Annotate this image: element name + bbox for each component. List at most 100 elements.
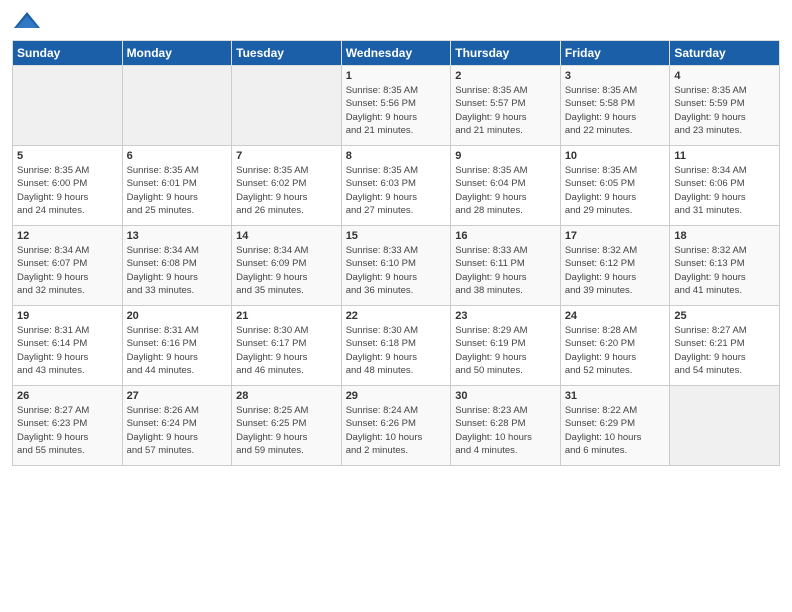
calendar-cell	[232, 66, 342, 146]
calendar-cell	[122, 66, 232, 146]
day-number: 10	[565, 150, 666, 162]
day-info: Sunrise: 8:31 AM Sunset: 6:14 PM Dayligh…	[17, 324, 118, 377]
day-number: 17	[565, 230, 666, 242]
calendar-cell: 4 Sunrise: 8:35 AM Sunset: 5:59 PM Daylig…	[670, 66, 780, 146]
calendar-week-row: 26Sunrise: 8:27 AM Sunset: 6:23 PM Dayli…	[13, 386, 780, 466]
day-number: 28	[236, 390, 337, 402]
day-number: 11	[674, 150, 775, 162]
calendar-cell: 26Sunrise: 8:27 AM Sunset: 6:23 PM Dayli…	[13, 386, 123, 466]
calendar-cell: 12 Sunrise: 8:34 AM Sunset: 6:07 PM Dayli…	[13, 226, 123, 306]
day-number: 27	[127, 390, 228, 402]
calendar-page: SundayMondayTuesdayWednesdayThursdayFrid…	[0, 0, 792, 612]
day-info: Sunrise: 8:27 AM Sunset: 6:23 PM Dayligh…	[17, 404, 118, 457]
calendar-cell: 24 Sunrise: 8:28 AM Sunset: 6:20 PM Dayli…	[560, 306, 670, 386]
day-info: Sunrise: 8:29 AM Sunset: 6:19 PM Dayligh…	[455, 324, 556, 377]
calendar-cell: 16Sunrise: 8:33 AM Sunset: 6:11 PM Dayli…	[451, 226, 561, 306]
day-number: 2	[455, 70, 556, 82]
day-info: Sunrise: 8:23 AM Sunset: 6:28 PM Dayligh…	[455, 404, 556, 457]
day-info: Sunrise: 8:24 AM Sunset: 6:26 PM Dayligh…	[346, 404, 447, 457]
calendar-cell: 27 Sunrise: 8:26 AM Sunset: 6:24 PM Dayli…	[122, 386, 232, 466]
day-info: Sunrise: 8:34 AM Sunset: 6:08 PM Dayligh…	[127, 244, 228, 297]
day-info: Sunrise: 8:35 AM Sunset: 6:00 PM Dayligh…	[17, 164, 118, 217]
day-info: Sunrise: 8:35 AM Sunset: 6:02 PM Dayligh…	[236, 164, 337, 217]
calendar-cell: 23 Sunrise: 8:29 AM Sunset: 6:19 PM Dayli…	[451, 306, 561, 386]
weekday-row: SundayMondayTuesdayWednesdayThursdayFrid…	[13, 41, 780, 66]
day-number: 23	[455, 310, 556, 322]
day-number: 31	[565, 390, 666, 402]
day-info: Sunrise: 8:33 AM Sunset: 6:10 PM Dayligh…	[346, 244, 447, 297]
day-info: Sunrise: 8:26 AM Sunset: 6:24 PM Dayligh…	[127, 404, 228, 457]
weekday-header: Sunday	[13, 41, 123, 66]
header-area	[12, 10, 780, 34]
day-info: Sunrise: 8:35 AM Sunset: 6:01 PM Dayligh…	[127, 164, 228, 217]
calendar-cell	[13, 66, 123, 146]
day-info: Sunrise: 8:35 AM Sunset: 5:59 PM Dayligh…	[674, 84, 775, 137]
day-info: Sunrise: 8:34 AM Sunset: 6:06 PM Dayligh…	[674, 164, 775, 217]
day-info: Sunrise: 8:35 AM Sunset: 5:56 PM Dayligh…	[346, 84, 447, 137]
calendar-cell: 13 Sunrise: 8:34 AM Sunset: 6:08 PM Dayli…	[122, 226, 232, 306]
calendar-cell: 22 Sunrise: 8:30 AM Sunset: 6:18 PM Dayli…	[341, 306, 451, 386]
day-number: 12	[17, 230, 118, 242]
day-number: 29	[346, 390, 447, 402]
calendar-table: SundayMondayTuesdayWednesdayThursdayFrid…	[12, 40, 780, 466]
calendar-cell: 6Sunrise: 8:35 AM Sunset: 6:01 PM Daylig…	[122, 146, 232, 226]
weekday-header: Thursday	[451, 41, 561, 66]
weekday-header: Saturday	[670, 41, 780, 66]
day-info: Sunrise: 8:32 AM Sunset: 6:12 PM Dayligh…	[565, 244, 666, 297]
calendar-cell	[670, 386, 780, 466]
calendar-cell: 11 Sunrise: 8:34 AM Sunset: 6:06 PM Dayli…	[670, 146, 780, 226]
weekday-header: Tuesday	[232, 41, 342, 66]
calendar-cell: 15 Sunrise: 8:33 AM Sunset: 6:10 PM Dayli…	[341, 226, 451, 306]
day-number: 14	[236, 230, 337, 242]
calendar-body: 1 Sunrise: 8:35 AM Sunset: 5:56 PM Daylig…	[13, 66, 780, 466]
calendar-week-row: 5 Sunrise: 8:35 AM Sunset: 6:00 PM Daylig…	[13, 146, 780, 226]
day-number: 19	[17, 310, 118, 322]
calendar-cell: 19 Sunrise: 8:31 AM Sunset: 6:14 PM Dayli…	[13, 306, 123, 386]
day-info: Sunrise: 8:30 AM Sunset: 6:18 PM Dayligh…	[346, 324, 447, 377]
day-info: Sunrise: 8:35 AM Sunset: 5:57 PM Dayligh…	[455, 84, 556, 137]
calendar-cell: 28 Sunrise: 8:25 AM Sunset: 6:25 PM Dayli…	[232, 386, 342, 466]
weekday-header: Wednesday	[341, 41, 451, 66]
calendar-cell: 20Sunrise: 8:31 AM Sunset: 6:16 PM Dayli…	[122, 306, 232, 386]
day-info: Sunrise: 8:34 AM Sunset: 6:07 PM Dayligh…	[17, 244, 118, 297]
calendar-cell: 5 Sunrise: 8:35 AM Sunset: 6:00 PM Daylig…	[13, 146, 123, 226]
day-info: Sunrise: 8:35 AM Sunset: 6:03 PM Dayligh…	[346, 164, 447, 217]
day-info: Sunrise: 8:35 AM Sunset: 6:04 PM Dayligh…	[455, 164, 556, 217]
calendar-cell: 17 Sunrise: 8:32 AM Sunset: 6:12 PM Dayli…	[560, 226, 670, 306]
day-number: 18	[674, 230, 775, 242]
calendar-cell: 8 Sunrise: 8:35 AM Sunset: 6:03 PM Daylig…	[341, 146, 451, 226]
calendar-cell: 31Sunrise: 8:22 AM Sunset: 6:29 PM Dayli…	[560, 386, 670, 466]
day-info: Sunrise: 8:27 AM Sunset: 6:21 PM Dayligh…	[674, 324, 775, 377]
day-info: Sunrise: 8:35 AM Sunset: 6:05 PM Dayligh…	[565, 164, 666, 217]
calendar-cell: 10 Sunrise: 8:35 AM Sunset: 6:05 PM Dayli…	[560, 146, 670, 226]
calendar-header: SundayMondayTuesdayWednesdayThursdayFrid…	[13, 41, 780, 66]
day-number: 30	[455, 390, 556, 402]
weekday-header: Friday	[560, 41, 670, 66]
calendar-cell: 3 Sunrise: 8:35 AM Sunset: 5:58 PM Daylig…	[560, 66, 670, 146]
day-info: Sunrise: 8:35 AM Sunset: 5:58 PM Dayligh…	[565, 84, 666, 137]
logo	[12, 10, 46, 34]
day-number: 5	[17, 150, 118, 162]
day-number: 21	[236, 310, 337, 322]
day-number: 8	[346, 150, 447, 162]
day-info: Sunrise: 8:25 AM Sunset: 6:25 PM Dayligh…	[236, 404, 337, 457]
calendar-week-row: 19 Sunrise: 8:31 AM Sunset: 6:14 PM Dayli…	[13, 306, 780, 386]
day-number: 3	[565, 70, 666, 82]
day-number: 20	[127, 310, 228, 322]
day-number: 22	[346, 310, 447, 322]
day-number: 16	[455, 230, 556, 242]
day-number: 24	[565, 310, 666, 322]
day-number: 13	[127, 230, 228, 242]
day-number: 9	[455, 150, 556, 162]
calendar-week-row: 1 Sunrise: 8:35 AM Sunset: 5:56 PM Daylig…	[13, 66, 780, 146]
day-info: Sunrise: 8:28 AM Sunset: 6:20 PM Dayligh…	[565, 324, 666, 377]
calendar-cell: 18Sunrise: 8:32 AM Sunset: 6:13 PM Dayli…	[670, 226, 780, 306]
day-number: 25	[674, 310, 775, 322]
day-number: 1	[346, 70, 447, 82]
calendar-cell: 25 Sunrise: 8:27 AM Sunset: 6:21 PM Dayli…	[670, 306, 780, 386]
calendar-cell: 9 Sunrise: 8:35 AM Sunset: 6:04 PM Daylig…	[451, 146, 561, 226]
day-number: 4	[674, 70, 775, 82]
calendar-cell: 29 Sunrise: 8:24 AM Sunset: 6:26 PM Dayli…	[341, 386, 451, 466]
calendar-week-row: 12 Sunrise: 8:34 AM Sunset: 6:07 PM Dayli…	[13, 226, 780, 306]
day-number: 15	[346, 230, 447, 242]
